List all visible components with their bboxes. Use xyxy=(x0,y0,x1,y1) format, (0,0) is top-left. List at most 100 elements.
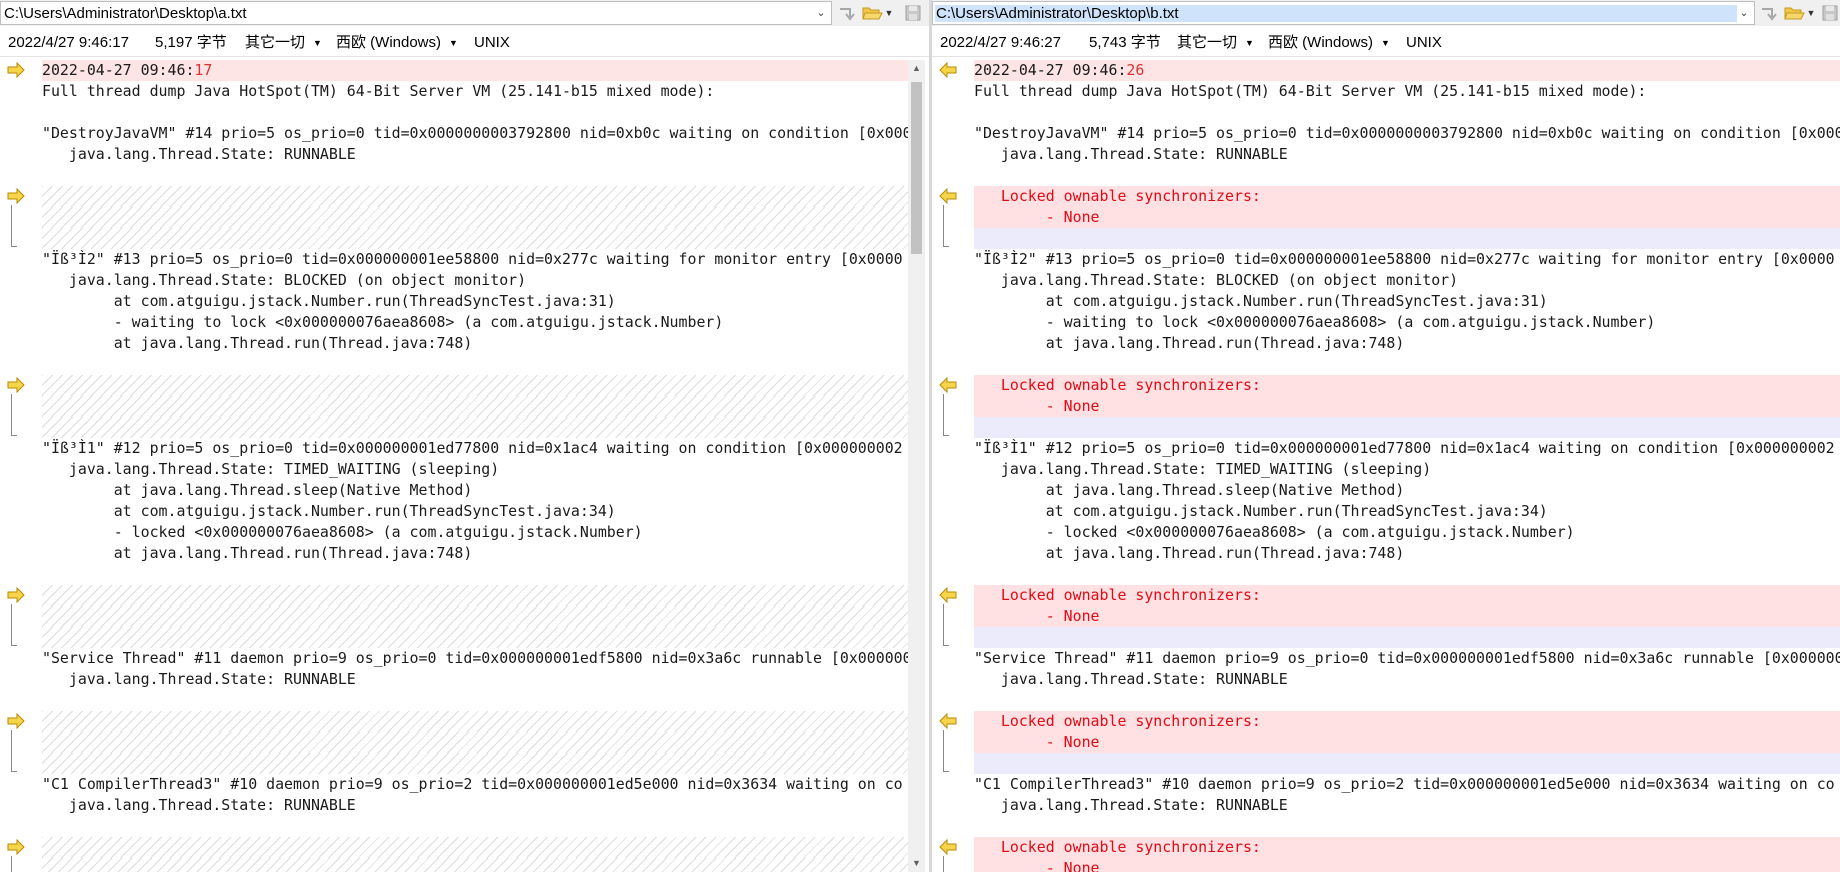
left-line-ending[interactable]: UNIX xyxy=(474,33,510,53)
arrow-right-icon[interactable] xyxy=(6,187,26,205)
text-line[interactable]: java.lang.Thread.State: TIMED_WAITING (s… xyxy=(974,459,1840,480)
text-line[interactable]: java.lang.Thread.State: BLOCKED (on obje… xyxy=(42,270,908,291)
text-line[interactable]: java.lang.Thread.State: RUNNABLE xyxy=(42,669,908,690)
text-line[interactable]: java.lang.Thread.State: RUNNABLE xyxy=(42,795,908,816)
text-line[interactable] xyxy=(974,564,1840,585)
left-encoding-dropdown[interactable]: 西欧 (Windows) ▼ xyxy=(336,33,458,53)
right-text-content[interactable]: 2022-04-27 09:46:26 Full thread dump Java… xyxy=(974,60,1840,872)
right-path-combobox[interactable]: C:\Users\Administrator\Desktop\b.txt ⌄ xyxy=(932,1,1755,25)
text-line[interactable] xyxy=(974,417,1840,438)
added-diff-line[interactable]: Locked ownable synchronizers: xyxy=(974,186,1840,207)
text-line[interactable]: at com.atguigu.jstack.Number.run(ThreadS… xyxy=(42,501,908,522)
text-line[interactable]: "Ïß³Ì2" #13 prio=5 os_prio=0 tid=0x00000… xyxy=(974,249,1840,270)
text-line[interactable]: at java.lang.Thread.run(Thread.java:748) xyxy=(42,543,908,564)
text-line[interactable]: Full thread dump Java HotSpot(TM) 64-Bit… xyxy=(42,81,908,102)
left-filter-dropdown[interactable]: 其它一切 ▼ xyxy=(245,33,322,53)
text-line[interactable] xyxy=(974,354,1840,375)
missing-diff-line[interactable] xyxy=(42,627,908,648)
open-dropdown-icon[interactable]: ▼ xyxy=(884,3,894,23)
missing-diff-line[interactable] xyxy=(42,837,908,858)
text-line[interactable]: "DestroyJavaVM" #14 prio=5 os_prio=0 tid… xyxy=(42,123,908,144)
scroll-up-icon[interactable]: ▲ xyxy=(908,60,925,77)
added-diff-line[interactable]: Locked ownable synchronizers: xyxy=(974,375,1840,396)
added-diff-line[interactable]: Locked ownable synchronizers: xyxy=(974,585,1840,606)
text-line[interactable] xyxy=(42,354,908,375)
text-line[interactable]: at java.lang.Thread.run(Thread.java:748) xyxy=(42,333,908,354)
text-line[interactable]: at java.lang.Thread.sleep(Native Method) xyxy=(42,480,908,501)
added-diff-line[interactable]: Locked ownable synchronizers: xyxy=(974,711,1840,732)
text-line[interactable] xyxy=(974,228,1840,249)
text-line[interactable]: "DestroyJavaVM" #14 prio=5 os_prio=0 tid… xyxy=(974,123,1840,144)
text-line[interactable]: - locked <0x000000076aea8608> (a com.atg… xyxy=(974,522,1840,543)
text-line[interactable]: java.lang.Thread.State: BLOCKED (on obje… xyxy=(974,270,1840,291)
reload-icon[interactable] xyxy=(836,3,858,23)
text-line[interactable]: - locked <0x000000076aea8608> (a com.atg… xyxy=(42,522,908,543)
left-vertical-scrollbar[interactable]: ▲ ▼ xyxy=(908,60,925,872)
text-line[interactable] xyxy=(42,816,908,837)
text-line[interactable] xyxy=(974,753,1840,774)
text-line[interactable]: "Service Thread" #11 daemon prio=9 os_pr… xyxy=(42,648,908,669)
text-line[interactable]: java.lang.Thread.State: RUNNABLE xyxy=(974,144,1840,165)
missing-diff-line[interactable] xyxy=(42,207,908,228)
text-line[interactable]: java.lang.Thread.State: RUNNABLE xyxy=(974,669,1840,690)
arrow-right-icon[interactable] xyxy=(6,376,26,394)
text-line[interactable] xyxy=(974,690,1840,711)
text-line[interactable]: at com.atguigu.jstack.Number.run(ThreadS… xyxy=(974,291,1840,312)
right-filter-dropdown[interactable]: 其它一切 ▼ xyxy=(1177,33,1254,53)
text-line[interactable] xyxy=(974,627,1840,648)
arrow-left-icon[interactable] xyxy=(938,187,958,205)
text-line[interactable] xyxy=(974,165,1840,186)
open-dropdown-icon[interactable]: ▼ xyxy=(1806,3,1816,23)
missing-diff-line[interactable] xyxy=(42,732,908,753)
text-line[interactable]: java.lang.Thread.State: TIMED_WAITING (s… xyxy=(42,459,908,480)
text-line[interactable]: "C1 CompilerThread3" #10 daemon prio=9 o… xyxy=(974,774,1840,795)
left-path-text[interactable]: C:\Users\Administrator\Desktop\a.txt xyxy=(3,5,248,22)
right-encoding-dropdown[interactable]: 西欧 (Windows) ▼ xyxy=(1268,33,1390,53)
missing-diff-line[interactable] xyxy=(42,375,908,396)
scroll-down-icon[interactable]: ▼ xyxy=(908,855,925,872)
text-line[interactable]: at com.atguigu.jstack.Number.run(ThreadS… xyxy=(42,291,908,312)
left-text-content[interactable]: 2022-04-27 09:46:17 Full thread dump Java… xyxy=(42,60,908,872)
dropdown-arrow-icon[interactable]: ▼ xyxy=(313,33,322,53)
added-diff-line[interactable]: - None xyxy=(974,858,1840,872)
missing-diff-line[interactable] xyxy=(42,417,908,438)
arrow-left-icon[interactable] xyxy=(938,838,958,856)
text-line[interactable]: - waiting to lock <0x000000076aea8608> (… xyxy=(42,312,908,333)
added-diff-line[interactable]: - None xyxy=(974,732,1840,753)
arrow-right-icon[interactable] xyxy=(6,586,26,604)
text-line[interactable]: at java.lang.Thread.sleep(Native Method) xyxy=(974,480,1840,501)
missing-diff-line[interactable] xyxy=(42,753,908,774)
arrow-left-icon[interactable] xyxy=(938,376,958,394)
right-line-ending[interactable]: UNIX xyxy=(1406,33,1442,53)
missing-diff-line[interactable] xyxy=(42,585,908,606)
chevron-down-icon[interactable]: ⌄ xyxy=(814,5,828,21)
dropdown-arrow-icon[interactable]: ▼ xyxy=(449,33,458,53)
text-line[interactable] xyxy=(974,816,1840,837)
text-line[interactable] xyxy=(42,690,908,711)
timestamp-line[interactable]: 2022-04-27 09:46:17 xyxy=(42,60,908,81)
timestamp-line[interactable]: 2022-04-27 09:46:26 xyxy=(974,60,1840,81)
text-line[interactable]: "Ïß³Ì2" #13 prio=5 os_prio=0 tid=0x00000… xyxy=(42,249,908,270)
text-line[interactable]: java.lang.Thread.State: RUNNABLE xyxy=(974,795,1840,816)
text-line[interactable] xyxy=(42,165,908,186)
right-editor[interactable]: 2022-04-27 09:46:26 Full thread dump Java… xyxy=(932,60,1840,872)
arrow-left-icon[interactable] xyxy=(938,61,958,79)
left-editor[interactable]: 2022-04-27 09:46:17 Full thread dump Java… xyxy=(0,60,929,872)
open-folder-icon[interactable] xyxy=(861,3,883,23)
arrow-right-icon[interactable] xyxy=(6,61,26,79)
text-line[interactable] xyxy=(42,564,908,585)
arrow-right-icon[interactable] xyxy=(6,712,26,730)
text-line[interactable] xyxy=(42,102,908,123)
added-diff-line[interactable]: - None xyxy=(974,207,1840,228)
text-line[interactable]: "Ïß³Ì1" #12 prio=5 os_prio=0 tid=0x00000… xyxy=(42,438,908,459)
missing-diff-line[interactable] xyxy=(42,606,908,627)
text-line[interactable]: Full thread dump Java HotSpot(TM) 64-Bit… xyxy=(974,81,1840,102)
text-line[interactable]: java.lang.Thread.State: RUNNABLE xyxy=(42,144,908,165)
text-line[interactable]: "Ïß³Ì1" #12 prio=5 os_prio=0 tid=0x00000… xyxy=(974,438,1840,459)
open-folder-icon[interactable] xyxy=(1783,3,1805,23)
text-line[interactable]: - waiting to lock <0x000000076aea8608> (… xyxy=(974,312,1840,333)
text-line[interactable]: at java.lang.Thread.run(Thread.java:748) xyxy=(974,333,1840,354)
missing-diff-line[interactable] xyxy=(42,396,908,417)
arrow-right-icon[interactable] xyxy=(6,838,26,856)
dropdown-arrow-icon[interactable]: ▼ xyxy=(1245,33,1254,53)
